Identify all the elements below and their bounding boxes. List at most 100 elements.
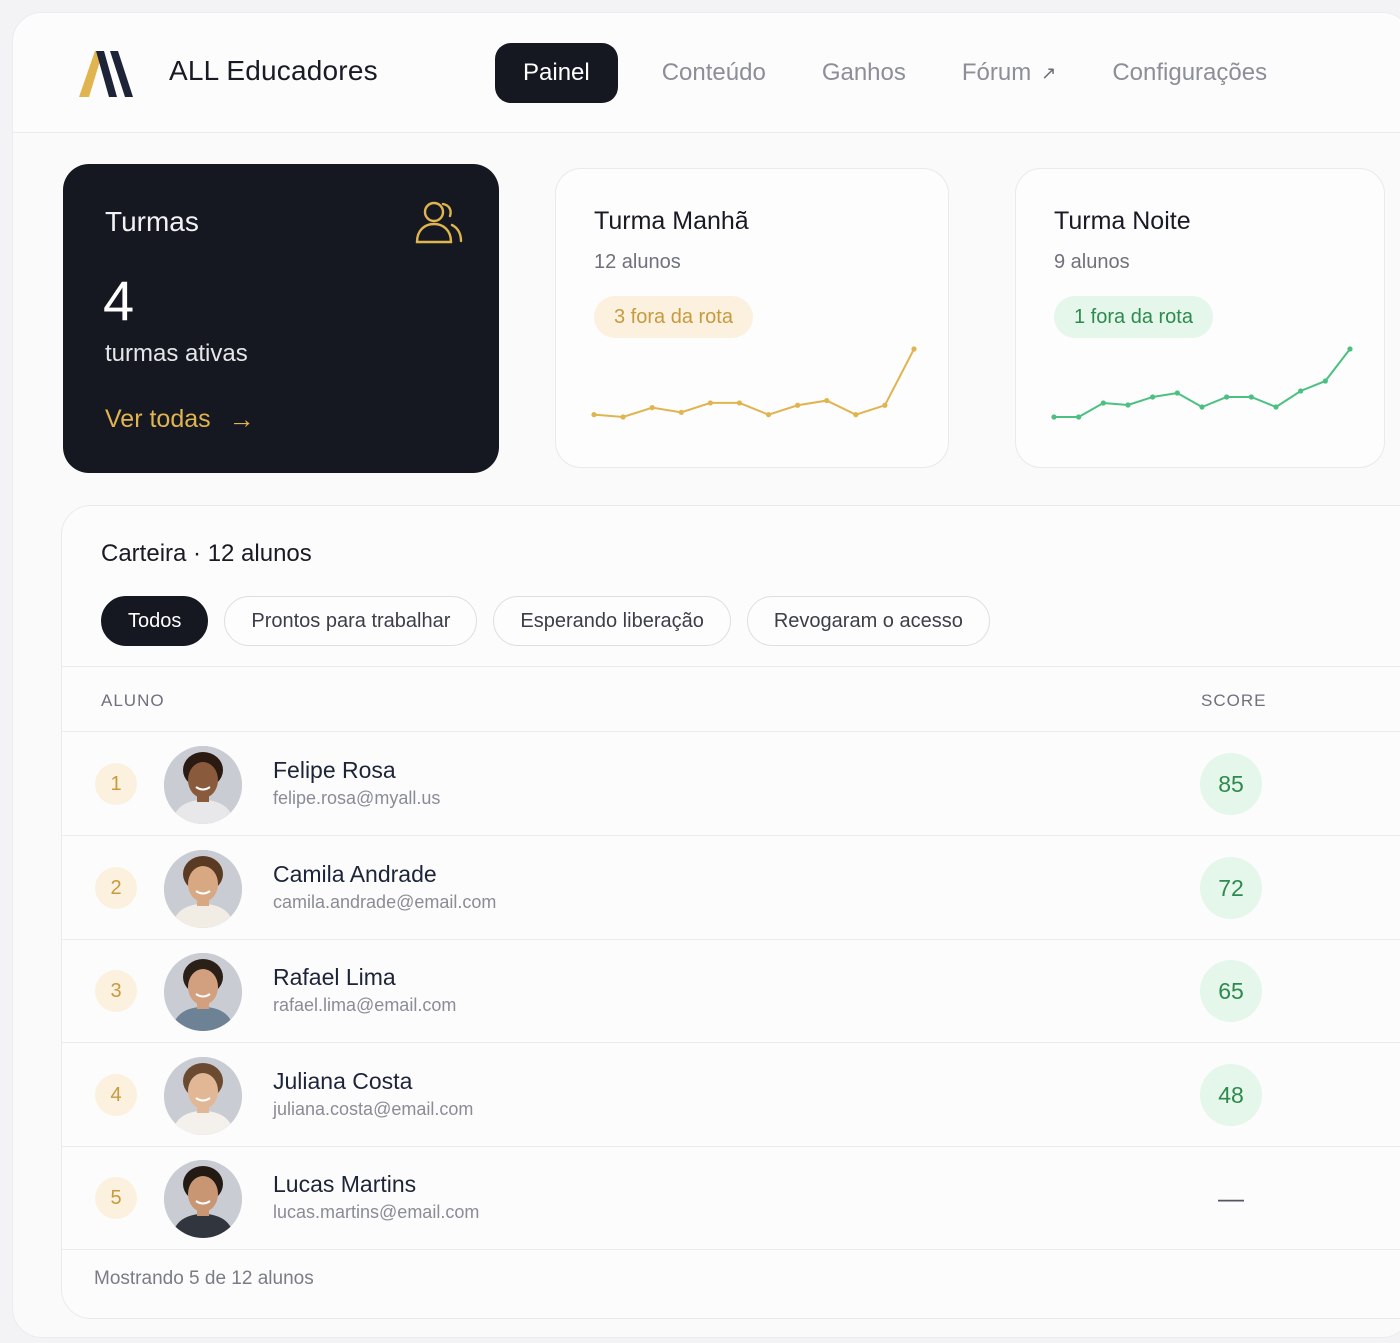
turmas-subtitle: turmas ativas [105, 340, 248, 367]
main-nav: Painel Conteúdo Ganhos Fórum ↗ Configuraç… [495, 43, 1295, 103]
score-badge: 85 [1200, 753, 1262, 815]
rank-badge: 4 [95, 1073, 137, 1116]
avatar[interactable] [164, 1160, 242, 1238]
avatar-portrait-icon [164, 746, 242, 824]
student-wallet-panel: Carteira · 12 alunos Todos Prontos para … [61, 505, 1400, 1319]
off-route-badge: 1 fora da rota [1054, 296, 1213, 338]
nav-tab-label: Ganhos [821, 59, 906, 86]
nav-tab-label: Conteúdo [661, 59, 766, 86]
filter-chips: Todos Prontos para trabalhar Esperando l… [101, 596, 1006, 646]
trend-point [1298, 388, 1304, 394]
nav-tab-ganhos[interactable]: Ganhos [794, 43, 934, 103]
trend-point [853, 412, 859, 418]
class-student-count: 12 alunos [594, 251, 681, 273]
trend-point [824, 397, 830, 404]
column-header-score[interactable]: SCORE [1201, 691, 1266, 711]
table-header: ALUNO SCORE [62, 666, 1400, 732]
nav-tab-configuracoes[interactable]: Configurações [1084, 43, 1295, 103]
table-row[interactable]: 1 Felipe Rosa felipe.rosa@myall.us 85 [62, 733, 1400, 836]
class-student-count: 9 alunos [1054, 251, 1130, 273]
score-badge: 72 [1200, 856, 1262, 919]
nav-tab-label: Fórum [961, 59, 1032, 86]
users-icon [415, 201, 463, 244]
top-navigation-bar: ALL Educadores Painel Conteúdo Ganhos Fó… [13, 13, 1400, 133]
avatar[interactable] [164, 746, 242, 824]
student-name[interactable]: Juliana Costa [273, 1068, 412, 1095]
trend-point [591, 412, 597, 418]
trend-point [736, 400, 743, 406]
avatar-portrait-icon [164, 953, 242, 1031]
column-header-student[interactable]: ALUNO [101, 691, 165, 711]
class-title: Turma Noite [1054, 207, 1191, 235]
trend-point [1248, 394, 1254, 400]
student-name[interactable]: Camila Andrade [273, 861, 437, 888]
trend-point [1322, 378, 1328, 384]
pagination-summary: Mostrando 5 de 12 alunos [94, 1268, 314, 1289]
avatar[interactable] [164, 953, 242, 1031]
trend-point [1273, 404, 1279, 410]
nav-tab-forum[interactable]: Fórum ↗ [934, 43, 1084, 103]
student-email: lucas.martins@email.com [273, 1202, 480, 1222]
student-name[interactable]: Rafael Lima [273, 964, 396, 991]
rank-badge: 3 [95, 970, 137, 1012]
avatar[interactable] [164, 849, 242, 928]
off-route-badge: 3 fora da rota [594, 296, 753, 338]
trend-point [1150, 394, 1156, 400]
external-link-icon: ↗ [1041, 63, 1057, 83]
trend-point [649, 405, 655, 411]
student-name[interactable]: Felipe Rosa [273, 757, 396, 784]
nav-tab-label: Configurações [1112, 59, 1268, 86]
card-title: Turmas [105, 206, 199, 237]
brand-name: ALL Educadores [169, 55, 378, 86]
avatar[interactable] [164, 1056, 242, 1135]
table-row[interactable]: 4 Juliana Costa juliana.costa@email.com 48 [62, 1044, 1400, 1147]
trend-point [795, 402, 801, 408]
view-all-link[interactable]: Ver todas → [105, 404, 255, 435]
student-email: felipe.rosa@myall.us [273, 788, 441, 808]
student-email: rafael.lima@email.com [273, 995, 457, 1015]
trend-point [882, 402, 888, 408]
app-window: ALL Educadores Painel Conteúdo Ganhos Fó… [12, 12, 1400, 1338]
trend-point [1199, 404, 1205, 410]
rank-badge: 1 [95, 763, 137, 805]
nav-tab-conteudo[interactable]: Conteúdo [634, 43, 794, 103]
student-email: camila.andrade@email.com [273, 891, 497, 912]
wallet-heading: Carteira · 12 alunos [101, 540, 312, 567]
trend-point [1100, 400, 1106, 406]
avatar-portrait-icon [164, 1056, 242, 1135]
trend-point [1174, 390, 1180, 396]
turmas-summary-card: Turmas 4 turmas ativas Ver todas → [63, 164, 499, 473]
avatar-portrait-icon [164, 1160, 242, 1238]
table-row[interactable]: 5 Lucas Martins lucas.martins@email.com — [62, 1147, 1400, 1250]
filter-revoked-access[interactable]: Revogaram o acesso [746, 596, 990, 646]
table-row[interactable]: 3 Rafael Lima rafael.lima@email.com 65 [62, 940, 1400, 1043]
student-name[interactable]: Lucas Martins [273, 1171, 416, 1198]
filter-awaiting-release[interactable]: Esperando liberação [493, 596, 731, 646]
score-badge: 48 [1200, 1063, 1262, 1126]
student-email: juliana.costa@email.com [273, 1098, 474, 1119]
filter-ready-to-work[interactable]: Prontos para trabalhar [224, 596, 478, 646]
nav-tab-label: Painel [523, 59, 590, 86]
trend-point [1051, 414, 1057, 420]
brand-logo-icon [79, 51, 133, 97]
trend-point [1076, 414, 1082, 420]
trend-point [620, 414, 626, 420]
trend-point [678, 409, 684, 415]
arrow-right-icon: → [228, 404, 255, 434]
trend-point [707, 400, 713, 406]
score-badge: — [1218, 1183, 1244, 1213]
trend-line [593, 348, 915, 419]
trend-point [911, 346, 917, 352]
trend-point [765, 412, 772, 418]
trend-point [1224, 394, 1230, 400]
trend-point [1347, 346, 1353, 352]
rank-badge: 2 [95, 866, 137, 909]
nav-tab-painel[interactable]: Painel [495, 43, 618, 103]
filter-todos[interactable]: Todos [101, 596, 209, 646]
turmas-count: 4 [103, 269, 135, 332]
table-row[interactable]: 2 Camila Andrade camila.andrade@email.com 7… [62, 837, 1400, 940]
avatar-portrait-icon [164, 849, 242, 928]
trend-point [1125, 402, 1131, 408]
class-card-turma-noite[interactable]: Turma Noite 9 alunos 1 fora da rota [1015, 168, 1385, 468]
class-card-turma-manha[interactable]: Turma Manhã 12 alunos 3 fora da rota [555, 168, 949, 468]
